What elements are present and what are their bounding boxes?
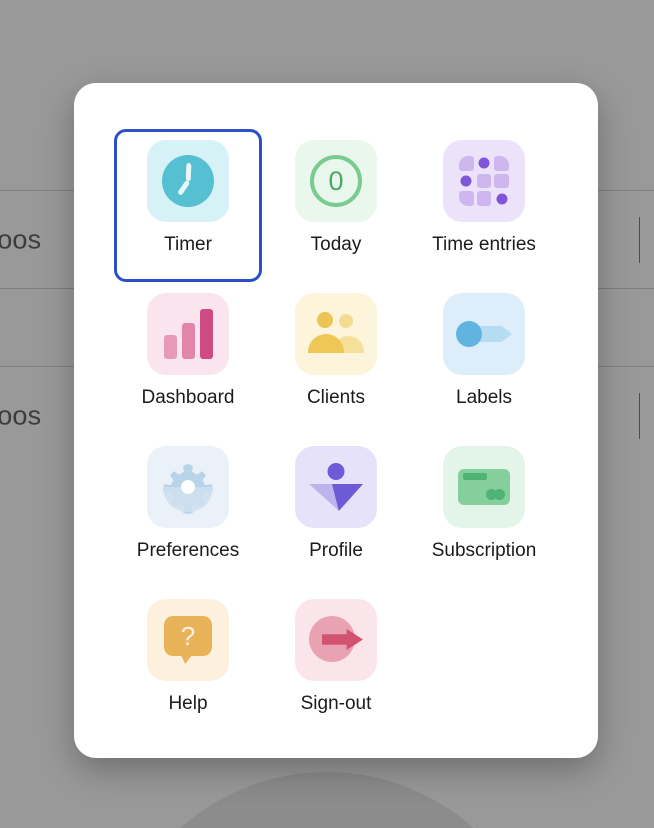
grid-cell-dot — [477, 156, 492, 171]
menu-item-label: Clients — [306, 387, 366, 408]
navigation-grid: Timer 0 Today Time entries Dashboard Cli… — [114, 129, 558, 741]
clock-hour-hand — [177, 179, 190, 196]
grid-dots-matrix — [459, 156, 509, 206]
grid-cell — [459, 156, 474, 171]
credit-card-shape — [458, 469, 510, 505]
sign-out-arrow-icon — [295, 599, 377, 681]
help-bubble: ? — [164, 616, 212, 664]
menu-item-dashboard[interactable]: Dashboard — [114, 282, 262, 435]
grid-cell — [494, 156, 509, 171]
bar — [163, 335, 177, 359]
clock-face — [162, 155, 214, 207]
bar — [199, 309, 213, 359]
dot — [496, 193, 508, 205]
menu-item-profile[interactable]: Profile — [262, 435, 410, 588]
people-group — [308, 312, 364, 356]
grid-cell-dot — [494, 191, 509, 206]
bar-chart-icon — [147, 293, 229, 375]
grid-cell — [459, 191, 474, 206]
card-chip-circle — [494, 489, 505, 500]
person-head-front — [317, 312, 333, 328]
menu-item-label: Subscription — [431, 540, 537, 561]
clock-icon — [147, 140, 229, 222]
question-mark: ? — [180, 621, 196, 651]
gear-shape — [161, 460, 215, 515]
bubble-box: ? — [164, 616, 212, 656]
menu-item-label: Dashboard — [141, 387, 235, 408]
circle-zero-icon: 0 — [295, 140, 377, 222]
menu-item-clients[interactable]: Clients — [262, 282, 410, 435]
menu-item-label: Preferences — [136, 540, 240, 561]
user-profile-icon — [295, 446, 377, 528]
menu-item-label: Time entries — [432, 234, 536, 255]
menu-item-label: Sign-out — [300, 693, 372, 714]
menu-item-time-entries[interactable]: Time entries — [410, 129, 558, 282]
profile-head — [327, 463, 345, 480]
grid-cell — [476, 191, 492, 206]
menu-item-labels[interactable]: Labels — [410, 282, 558, 435]
today-ring: 0 — [310, 155, 362, 207]
menu-item-label: Timer — [164, 234, 212, 255]
person-body-front — [308, 334, 344, 353]
question-bubble-icon: ? — [147, 599, 229, 681]
card-stripe — [463, 473, 487, 480]
grid-dots-icon — [443, 140, 525, 222]
menu-item-today[interactable]: 0 Today — [262, 129, 410, 282]
menu-item-label: Help — [168, 693, 208, 714]
menu-item-label: Profile — [309, 540, 363, 561]
menu-item-timer[interactable]: Timer — [114, 129, 262, 282]
gear-svg — [162, 464, 214, 515]
menu-item-label: Labels — [456, 387, 512, 408]
person-head-back — [339, 314, 353, 328]
gear-icon — [147, 446, 229, 528]
bar — [181, 323, 195, 359]
profile-shape — [309, 463, 363, 511]
grid-cell — [476, 173, 492, 189]
credit-card-icon — [443, 446, 525, 528]
tag-icon — [443, 293, 525, 375]
tag-circle — [456, 321, 482, 347]
people-icon — [295, 293, 377, 375]
dot — [478, 157, 490, 169]
app-navigation-menu: Timer 0 Today Time entries Dashboard Cli… — [74, 83, 598, 758]
menu-item-label: Today — [310, 234, 362, 255]
bubble-tail — [181, 655, 192, 664]
dot — [460, 175, 472, 187]
bar-chart-bars — [163, 309, 213, 359]
tag-shape — [456, 319, 512, 349]
menu-item-sign-out[interactable]: Sign-out — [262, 588, 410, 741]
sign-out-shape — [309, 615, 363, 665]
menu-grid-empty-cell — [410, 588, 558, 741]
grid-cell — [494, 173, 509, 189]
menu-item-help[interactable]: ? Help — [114, 588, 262, 741]
menu-item-preferences[interactable]: Preferences — [114, 435, 262, 588]
clock-minute-hand — [185, 162, 191, 182]
menu-item-subscription[interactable]: Subscription — [410, 435, 558, 588]
grid-cell-dot — [459, 174, 474, 189]
today-count: 0 — [328, 165, 344, 196]
app-root: hoos hoos Timer — [0, 0, 654, 828]
